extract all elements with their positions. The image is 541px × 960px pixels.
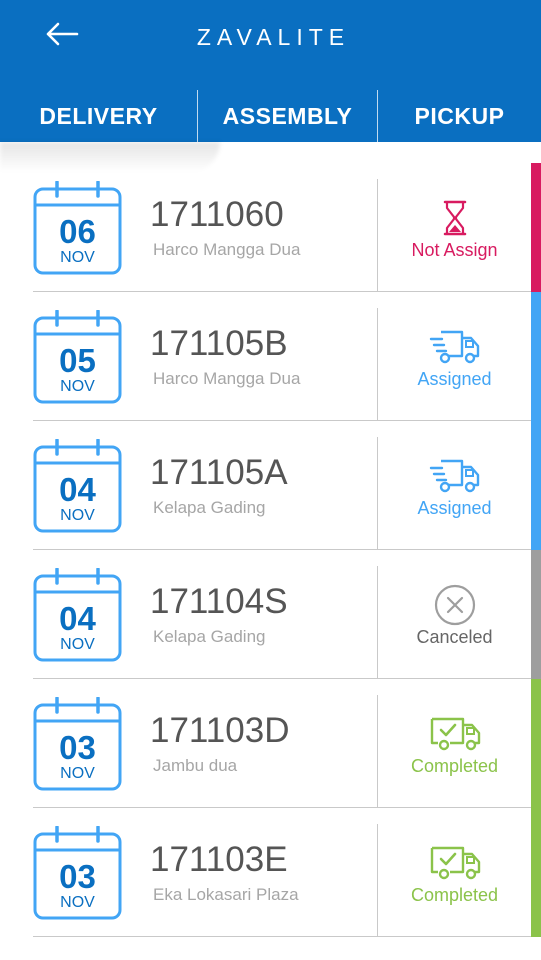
app-header: ZAVALITE DELIVERY ASSEMBLY PICKUP: [0, 0, 541, 142]
order-date: 04 NOV: [33, 439, 122, 533]
tab-pickup[interactable]: PICKUP: [377, 90, 541, 142]
order-number: 171103E: [150, 840, 288, 879]
order-status: Completed: [378, 709, 531, 799]
order-date: 06 NOV: [33, 181, 122, 275]
status-label: Assigned: [417, 498, 492, 518]
order-day: 05: [59, 342, 96, 379]
order-month: NOV: [60, 894, 95, 911]
order-row[interactable]: 04 NOV 171104S Kelapa Gading Canceled: [0, 550, 541, 679]
order-day: 03: [59, 858, 96, 895]
order-month: NOV: [60, 378, 95, 395]
delivery-truck-icon: [429, 459, 479, 493]
order-date: 05 NOV: [33, 310, 122, 404]
status-color-bar: [531, 163, 541, 292]
order-day: 04: [59, 471, 96, 508]
cancel-circle-icon: [434, 584, 475, 626]
order-number: 171105B: [150, 324, 288, 363]
order-date: 03 NOV: [33, 697, 122, 791]
status-icon-wrap: [378, 322, 531, 372]
truck-check-icon: [430, 717, 480, 751]
status-color-bar: [531, 421, 541, 550]
order-number: 171105A: [150, 453, 288, 492]
app-title: ZAVALITE: [196, 24, 351, 50]
status-icon-wrap: [378, 451, 531, 501]
order-location: Harco Mangga Dua: [153, 369, 301, 388]
order-status: Canceled: [378, 580, 531, 670]
order-number: 171103D: [150, 711, 290, 750]
status-icon-wrap: [378, 193, 531, 243]
status-label: Assigned: [417, 369, 492, 389]
status-color-bar: [531, 550, 541, 679]
order-list: 06 NOV 1711060 Harco Mangga Dua Not Assign 05…: [0, 163, 541, 937]
order-day: 06: [59, 213, 96, 250]
status-icon-wrap: [378, 709, 531, 759]
status-label: Completed: [410, 885, 499, 905]
tab-assembly[interactable]: ASSEMBLY: [197, 90, 377, 142]
row-divider: [33, 936, 531, 937]
order-month: NOV: [60, 636, 95, 653]
order-row[interactable]: 04 NOV 171105A Kelapa Gading Assigned: [0, 421, 541, 550]
tab-bar: DELIVERY ASSEMBLY PICKUP: [0, 90, 541, 142]
order-location: Eka Lokasari Plaza: [153, 885, 299, 904]
status-label: Canceled: [416, 627, 493, 647]
order-number: 171104S: [150, 582, 288, 621]
order-day: 03: [59, 729, 96, 766]
status-icon-wrap: [378, 838, 531, 888]
status-color-bar: [531, 292, 541, 421]
status-color-bar: [531, 679, 541, 808]
order-location: Jambu dua: [153, 756, 238, 775]
truck-check-icon: [430, 846, 480, 880]
order-month: NOV: [60, 507, 95, 524]
delivery-truck-icon: [429, 330, 479, 364]
order-status: Not Assign: [378, 193, 531, 283]
order-date: 03 NOV: [33, 826, 122, 920]
status-icon-wrap: [378, 580, 531, 630]
order-day: 04: [59, 600, 96, 637]
order-row[interactable]: 05 NOV 171105B Harco Mangga Dua Assigned: [0, 292, 541, 421]
order-location: Kelapa Gading: [153, 498, 266, 517]
order-month: NOV: [60, 249, 95, 266]
order-month: NOV: [60, 765, 95, 782]
order-status: Assigned: [378, 322, 531, 412]
order-location: Kelapa Gading: [153, 627, 266, 646]
order-status: Completed: [378, 838, 531, 928]
tab-delivery[interactable]: DELIVERY: [0, 90, 197, 142]
status-label: Not Assign: [411, 240, 498, 260]
status-label: Completed: [410, 756, 499, 776]
hourglass-icon: [443, 200, 466, 236]
status-color-bar: [531, 808, 541, 937]
order-number: 1711060: [150, 195, 284, 234]
order-row[interactable]: 03 NOV 171103D Jambu dua Completed: [0, 679, 541, 808]
order-location: Harco Mangga Dua: [153, 240, 301, 259]
order-row[interactable]: 06 NOV 1711060 Harco Mangga Dua Not Assign: [0, 163, 541, 292]
order-status: Assigned: [378, 451, 531, 541]
order-row[interactable]: 03 NOV 171103E Eka Lokasari Plaza Completed: [0, 808, 541, 937]
order-date: 04 NOV: [33, 568, 122, 662]
